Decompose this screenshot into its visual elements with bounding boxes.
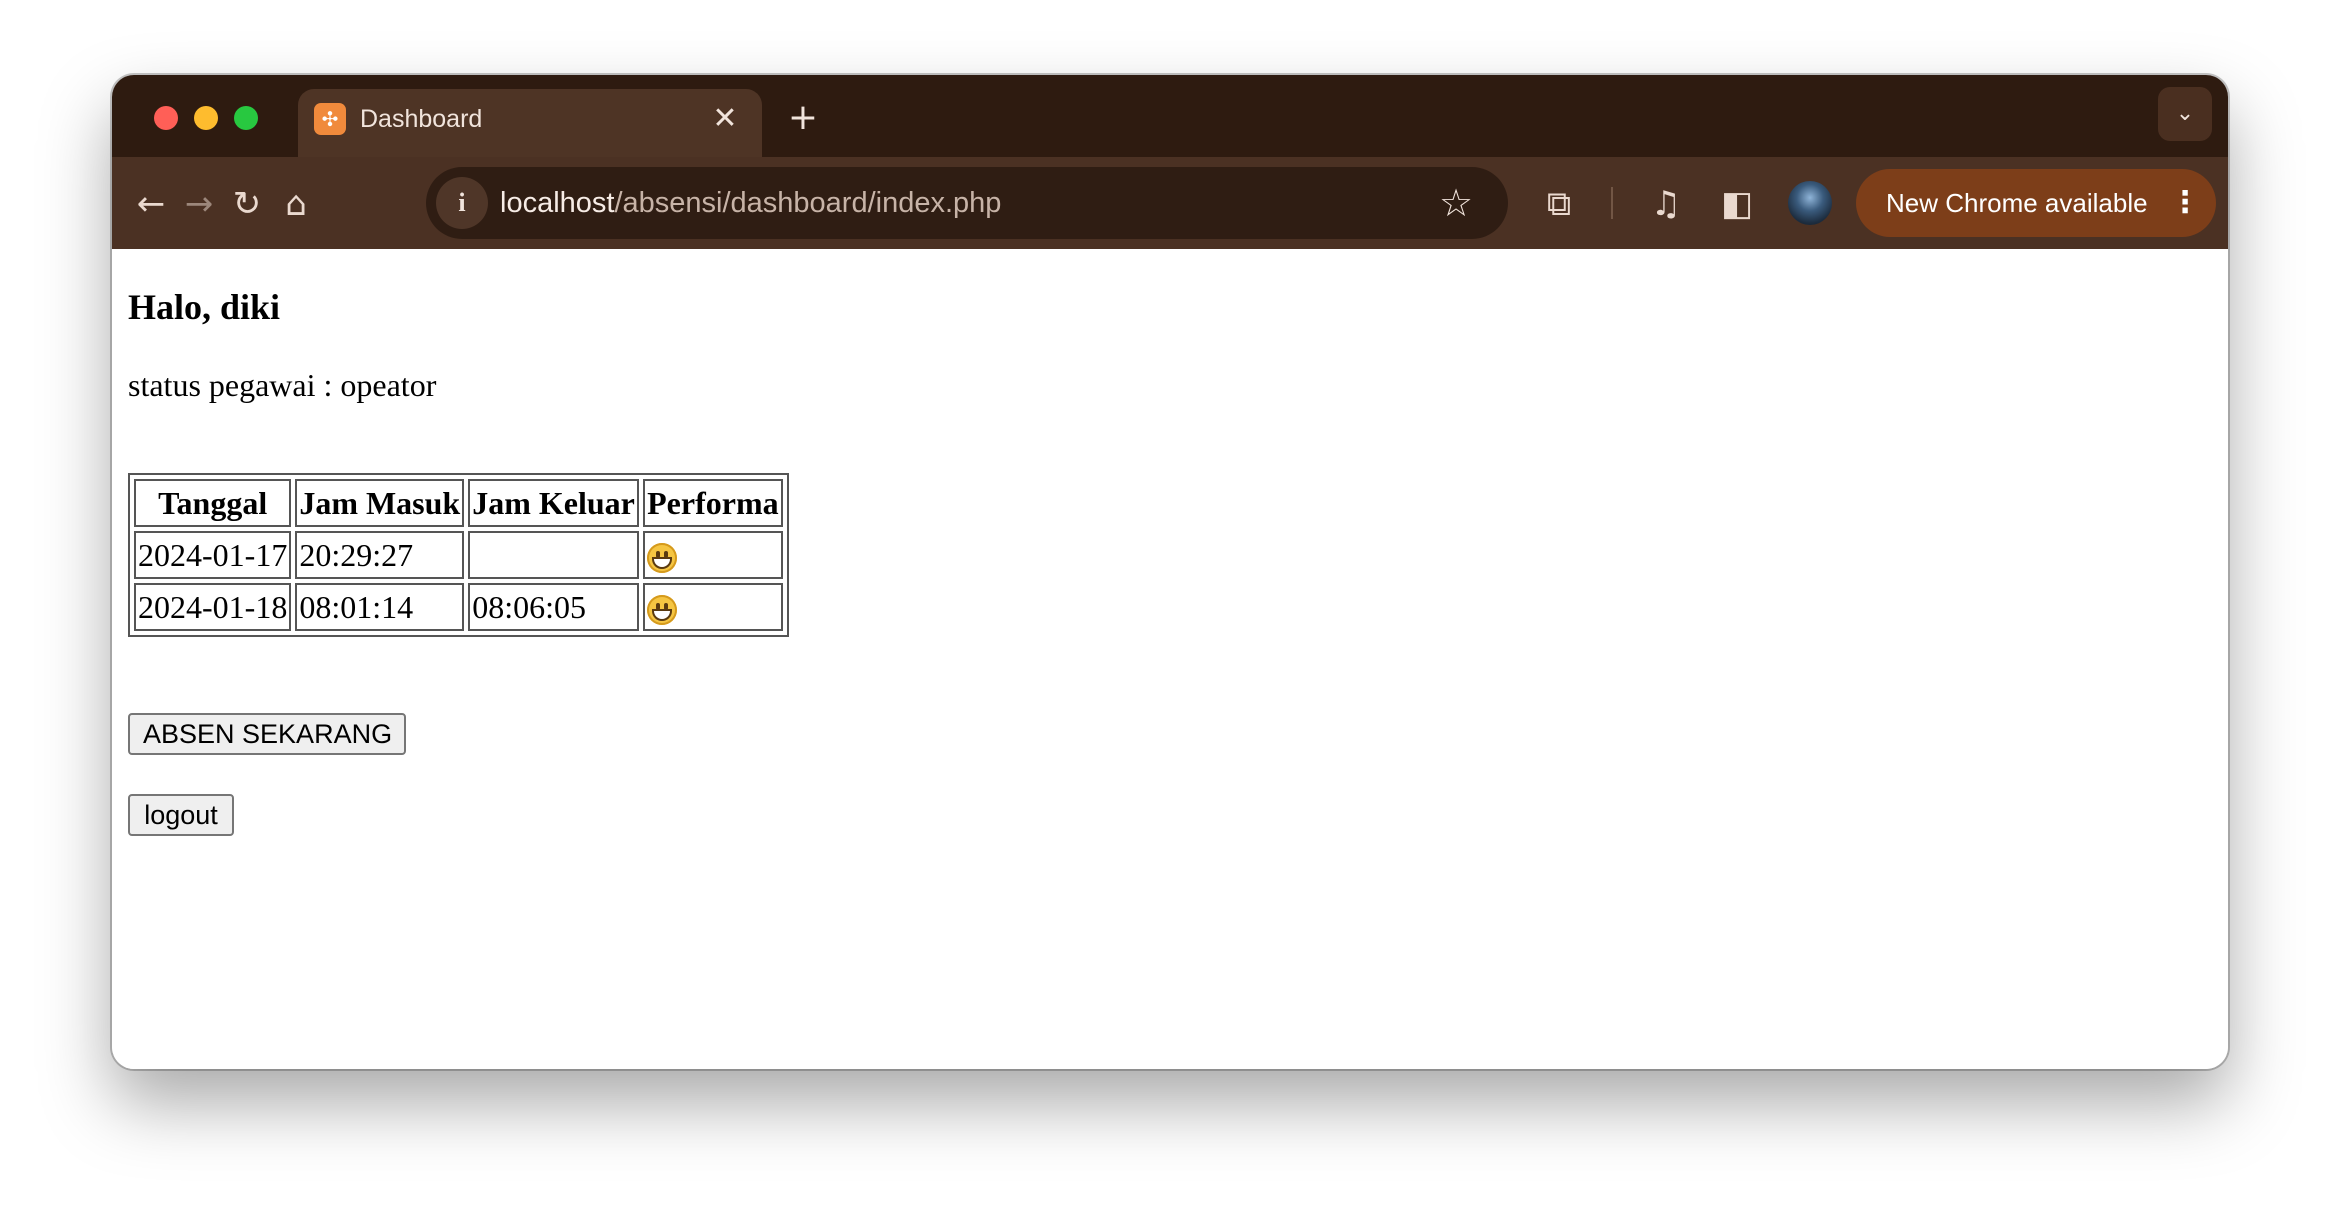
forward-arrow-icon[interactable]: → xyxy=(172,177,226,231)
update-label: New Chrome available xyxy=(1886,188,2148,218)
url-path: /absensi/dashboard/index.php xyxy=(614,187,1002,219)
close-window-button[interactable] xyxy=(154,106,178,130)
xampp-icon: ✣ xyxy=(314,103,346,135)
greeting-heading: Halo, diki xyxy=(128,287,281,327)
table-row: 2024-01-17 20:29:27 xyxy=(134,531,783,579)
chevron-down-icon[interactable]: ⌄ xyxy=(2158,87,2212,141)
extensions-puzzle-icon[interactable]: ⧉ xyxy=(1532,177,1586,231)
address-bar[interactable]: i localhost/absensi/dashboard/index.php … xyxy=(426,167,1508,239)
column-header-performa: Performa xyxy=(642,479,783,527)
side-panel-icon[interactable]: ◧ xyxy=(1710,177,1764,231)
cell-tanggal: 2024-01-17 xyxy=(134,531,292,579)
employee-status: status pegawai : opeator xyxy=(128,367,437,403)
table-header-row: Tanggal Jam Masuk Jam Keluar Performa xyxy=(134,479,783,527)
tab-title: Dashboard xyxy=(360,105,483,133)
back-arrow-icon[interactable]: ← xyxy=(124,177,178,231)
bookmark-star-icon[interactable]: ☆ xyxy=(1432,179,1480,227)
minimize-window-button[interactable] xyxy=(194,106,218,130)
logout-button[interactable]: logout xyxy=(128,794,234,836)
close-icon[interactable]: ✕ xyxy=(706,100,744,138)
cell-jam-keluar xyxy=(468,531,639,579)
tab-dashboard[interactable]: ✣ Dashboard ✕ xyxy=(298,89,762,159)
url-text[interactable]: localhost/absensi/dashboard/index.php xyxy=(500,186,1001,220)
url-host: localhost xyxy=(500,187,615,219)
cell-performa xyxy=(642,531,783,579)
browser-window: ✣ Dashboard ✕ + ⌄ ← → ↻ ⌂ i localhost/ab… xyxy=(112,75,2228,1069)
column-header-tanggal: Tanggal xyxy=(134,479,292,527)
new-chrome-available-button[interactable]: New Chrome available ⋮ xyxy=(1856,169,2216,237)
kebab-menu-icon[interactable]: ⋮ xyxy=(2170,180,2200,226)
tab-strip: ✣ Dashboard ✕ + ⌄ xyxy=(112,75,2228,159)
media-controls-icon[interactable]: ♫ xyxy=(1639,177,1693,231)
column-header-jam-masuk: Jam Masuk xyxy=(295,479,465,527)
cell-tanggal: 2024-01-18 xyxy=(134,583,292,631)
column-header-jam-keluar: Jam Keluar xyxy=(468,479,639,527)
browser-toolbar: ← → ↻ ⌂ i localhost/absensi/dashboard/in… xyxy=(112,157,2228,249)
reload-icon[interactable]: ↻ xyxy=(220,177,274,231)
absen-sekarang-button[interactable]: ABSEN SEKARANG xyxy=(128,713,406,755)
cell-jam-keluar: 08:06:05 xyxy=(468,583,639,631)
grinning-face-icon xyxy=(646,595,677,626)
cell-jam-masuk: 08:01:14 xyxy=(295,583,465,631)
toolbar-divider xyxy=(1611,187,1613,219)
zoom-window-button[interactable] xyxy=(234,106,258,130)
table-row: 2024-01-18 08:01:14 08:06:05 xyxy=(134,583,783,631)
site-info-icon[interactable]: i xyxy=(436,177,488,229)
new-tab-button[interactable]: + xyxy=(782,97,824,139)
cell-performa xyxy=(642,583,783,631)
page-content: Halo, diki status pegawai : opeator Tang… xyxy=(112,249,2228,1069)
attendance-table: Tanggal Jam Masuk Jam Keluar Performa 20… xyxy=(128,473,789,637)
cell-jam-masuk: 20:29:27 xyxy=(295,531,465,579)
grinning-face-icon xyxy=(646,543,677,574)
profile-avatar[interactable] xyxy=(1788,181,1832,225)
home-icon[interactable]: ⌂ xyxy=(269,177,323,231)
